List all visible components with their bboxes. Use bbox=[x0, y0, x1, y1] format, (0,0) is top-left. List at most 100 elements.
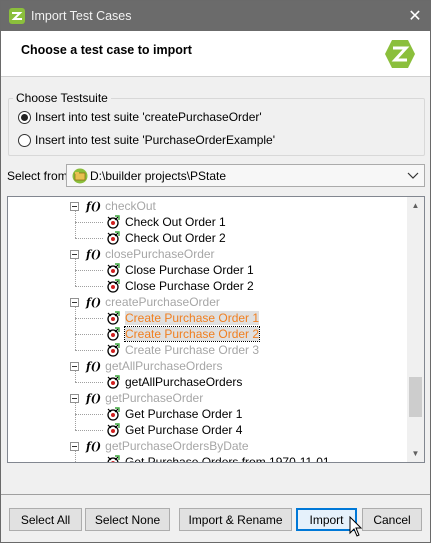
tree-connector bbox=[75, 451, 76, 462]
scroll-thumb[interactable] bbox=[409, 377, 422, 417]
tree-scrollbar[interactable]: ▲ ▼ bbox=[407, 197, 424, 462]
mouse-cursor-icon bbox=[349, 516, 363, 537]
tree-expander-icon[interactable] bbox=[70, 298, 79, 307]
tree-test-case[interactable]: getAllPurchaseOrders bbox=[106, 374, 242, 390]
radio-option-PurchaseOrderExample[interactable]: Insert into test suite 'PurchaseOrderExa… bbox=[18, 132, 275, 148]
tree-expander-icon[interactable] bbox=[70, 394, 79, 403]
dialog-header: Choose a test case to import bbox=[1, 31, 430, 77]
title-bar[interactable]: Import Test Cases ✕ bbox=[1, 1, 430, 31]
test-case-label: Check Out Order 2 bbox=[125, 231, 226, 245]
test-case-icon bbox=[107, 407, 120, 421]
tree-group-label: closePurchaseOrder bbox=[105, 247, 215, 261]
tree-test-case[interactable]: Check Out Order 2 bbox=[106, 230, 226, 246]
tree-test-case[interactable]: Create Purchase Order 2 bbox=[106, 326, 261, 342]
tree-group-0[interactable]: f() checkOut bbox=[86, 198, 156, 214]
radio-option-createPurchaseOrder[interactable]: Insert into test suite 'createPurchaseOr… bbox=[18, 109, 262, 125]
import-dialog: Import Test Cases ✕ Choose a test case t… bbox=[0, 0, 431, 543]
tree-group-4[interactable]: f() getPurchaseOrder bbox=[86, 390, 203, 406]
function-icon: f() bbox=[86, 391, 102, 405]
function-icon: f() bbox=[86, 247, 102, 261]
cancel-button[interactable]: Cancel bbox=[362, 508, 422, 531]
tree-expander-icon[interactable] bbox=[70, 250, 79, 259]
select-from-dropdown[interactable]: D:\builder projects\PState bbox=[66, 164, 425, 187]
test-case-label: Get Purchase Orders from 1970-11-01 bbox=[125, 455, 330, 462]
test-case-icon bbox=[107, 263, 120, 277]
testcase-tree[interactable]: f() checkOut Check Out Order 1 Check Out Or… bbox=[7, 196, 425, 463]
footer-divider bbox=[1, 494, 430, 495]
import-button[interactable]: Import bbox=[296, 508, 357, 531]
function-icon: f() bbox=[86, 295, 102, 309]
tree-connector bbox=[75, 211, 76, 238]
test-case-label: getAllPurchaseOrders bbox=[125, 375, 243, 389]
tree-test-case[interactable]: Get Purchase Orders from 1970-11-01 bbox=[106, 454, 330, 462]
dialog-heading: Choose a test case to import bbox=[21, 43, 192, 57]
tree-connector bbox=[75, 222, 103, 223]
tree-expander-icon[interactable] bbox=[70, 362, 79, 371]
tree-test-case[interactable]: Check Out Order 1 bbox=[106, 214, 226, 230]
test-case-label: Create Purchase Order 2 bbox=[123, 326, 261, 342]
tree-group-label: createPurchaseOrder bbox=[105, 295, 220, 309]
window-title: Import Test Cases bbox=[31, 9, 132, 23]
radio-button-unchecked[interactable] bbox=[18, 133, 31, 147]
test-case-label: Get Purchase Order 1 bbox=[125, 407, 243, 421]
tree-connector bbox=[75, 382, 103, 383]
tree-connector bbox=[75, 371, 76, 382]
tree-content: f() checkOut Check Out Order 1 Check Out Or… bbox=[8, 197, 408, 462]
test-case-icon bbox=[107, 231, 120, 245]
radio-label: Insert into test suite 'PurchaseOrderExa… bbox=[35, 133, 276, 147]
tree-group-2[interactable]: f() createPurchaseOrder bbox=[86, 294, 220, 310]
tree-test-case[interactable]: Close Purchase Order 2 bbox=[106, 278, 254, 294]
function-icon: f() bbox=[86, 439, 102, 453]
function-icon: f() bbox=[86, 359, 102, 373]
app-logo-icon bbox=[385, 40, 415, 68]
tree-group-5[interactable]: f() getPurchaseOrdersByDate bbox=[86, 438, 249, 454]
test-case-icon bbox=[107, 455, 120, 462]
testsuite-group-label: Choose Testsuite bbox=[13, 91, 111, 105]
tree-test-case[interactable]: Close Purchase Order 1 bbox=[106, 262, 254, 278]
tree-connector bbox=[75, 238, 103, 239]
test-case-icon bbox=[107, 375, 120, 389]
scroll-up-arrow-icon[interactable]: ▲ bbox=[407, 197, 424, 214]
tree-connector bbox=[75, 286, 103, 287]
tree-test-case[interactable]: Create Purchase Order 3 bbox=[106, 342, 259, 358]
app-logo-icon bbox=[9, 8, 25, 24]
test-case-label: Get Purchase Order 4 bbox=[125, 423, 243, 437]
tree-group-label: getAllPurchaseOrders bbox=[105, 359, 223, 373]
tree-group-label: checkOut bbox=[105, 199, 156, 213]
test-case-icon bbox=[107, 215, 120, 229]
test-case-icon bbox=[107, 279, 120, 293]
test-case-icon bbox=[107, 327, 120, 341]
tree-test-case[interactable]: Create Purchase Order 1 bbox=[106, 310, 260, 326]
tree-connector bbox=[75, 403, 76, 430]
select-none-button[interactable]: Select None bbox=[85, 508, 170, 531]
tree-connector bbox=[75, 270, 103, 271]
tree-group-label: getPurchaseOrdersByDate bbox=[105, 439, 249, 453]
select-from-value: D:\builder projects\PState bbox=[90, 169, 227, 183]
tree-connector bbox=[75, 334, 103, 335]
test-case-icon bbox=[107, 423, 120, 437]
radio-button-checked[interactable] bbox=[18, 110, 31, 124]
select-all-button[interactable]: Select All bbox=[9, 508, 82, 531]
tree-test-case[interactable]: Get Purchase Order 1 bbox=[106, 406, 242, 422]
tree-connector bbox=[75, 350, 103, 351]
scroll-down-arrow-icon[interactable]: ▼ bbox=[407, 445, 424, 462]
chevron-down-icon[interactable] bbox=[406, 168, 420, 182]
test-case-icon bbox=[107, 311, 120, 325]
import-rename-button[interactable]: Import & Rename bbox=[179, 508, 292, 531]
close-button[interactable]: ✕ bbox=[400, 1, 430, 31]
test-case-icon bbox=[107, 343, 120, 357]
test-case-label: Close Purchase Order 1 bbox=[125, 263, 254, 277]
tree-connector bbox=[75, 259, 76, 286]
tree-connector bbox=[75, 318, 103, 319]
select-from-label: Select from bbox=[7, 169, 68, 183]
tree-test-case[interactable]: Get Purchase Order 4 bbox=[106, 422, 242, 438]
tree-connector bbox=[75, 307, 76, 350]
test-case-label: Create Purchase Order 3 bbox=[125, 343, 260, 357]
tree-group-1[interactable]: f() closePurchaseOrder bbox=[86, 246, 215, 262]
tree-expander-icon[interactable] bbox=[70, 202, 79, 211]
tree-group-3[interactable]: f() getAllPurchaseOrders bbox=[86, 358, 223, 374]
folder-icon bbox=[72, 168, 88, 184]
tree-expander-icon[interactable] bbox=[70, 442, 79, 451]
radio-label: Insert into test suite 'createPurchaseOr… bbox=[35, 110, 262, 124]
test-case-label: Check Out Order 1 bbox=[125, 215, 226, 229]
